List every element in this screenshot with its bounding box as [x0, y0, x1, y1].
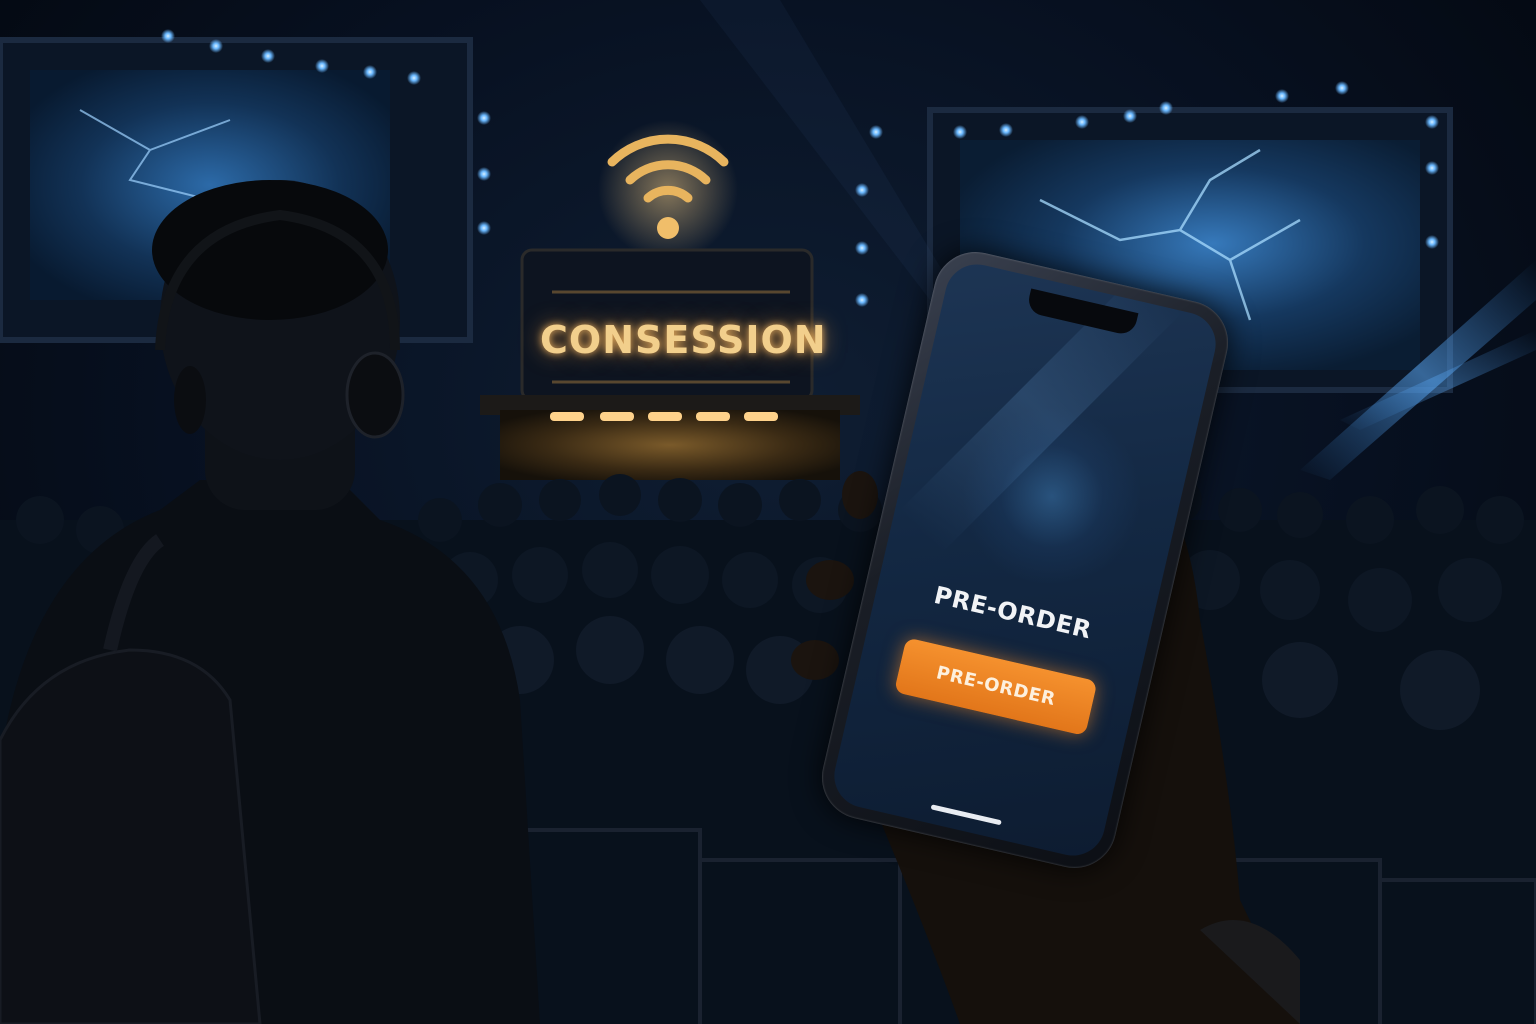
stage-light	[477, 111, 491, 125]
stage-light	[477, 221, 491, 235]
stage-light	[261, 49, 275, 63]
stage-light	[1123, 109, 1137, 123]
stage-light	[1335, 81, 1349, 95]
stage-light	[855, 183, 869, 197]
concession-sign: CONSESSION	[540, 318, 827, 362]
stage-light	[1425, 161, 1439, 175]
venue-background	[0, 0, 1536, 1024]
stage-light	[953, 125, 967, 139]
stage-light	[315, 59, 329, 73]
concert-venue-scene: CONSESSION PRE-ORDER PRE-ORDER	[0, 0, 1536, 1024]
stage-light	[1275, 89, 1289, 103]
stage-light	[477, 167, 491, 181]
stage-light	[1075, 115, 1089, 129]
wifi-icon	[598, 120, 738, 260]
stage-light	[161, 29, 175, 43]
stage-light	[999, 123, 1013, 137]
backpack	[0, 648, 262, 1024]
pre-order-button[interactable]: PRE-ORDER	[893, 637, 1098, 736]
stage-light	[855, 293, 869, 307]
stage-light	[1425, 235, 1439, 249]
stage-light	[855, 241, 869, 255]
screen-glow	[944, 388, 1160, 605]
stage-light	[1159, 101, 1173, 115]
stage-light	[209, 39, 223, 53]
concession-booth	[480, 248, 860, 480]
stage-light	[869, 125, 883, 139]
headphones-icon	[345, 351, 405, 439]
stage-light	[407, 71, 421, 85]
home-indicator[interactable]	[930, 804, 1002, 826]
stage-light	[363, 65, 377, 79]
stage-light	[1425, 115, 1439, 129]
